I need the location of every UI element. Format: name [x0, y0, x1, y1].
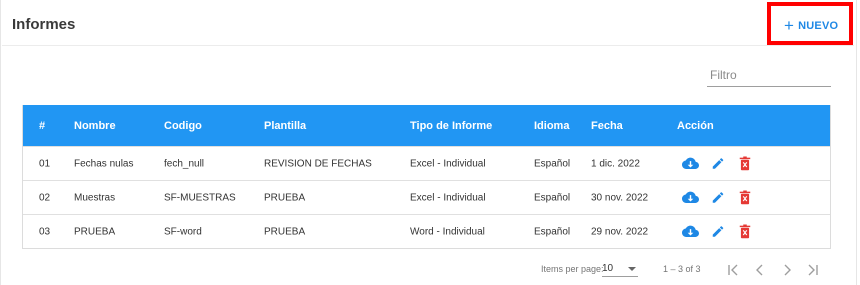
trash-delete-icon[interactable] [736, 189, 753, 206]
column-header-fecha: Fecha [591, 119, 623, 132]
cell-tipo: Excel - Individual [410, 192, 486, 203]
header-divider [2, 45, 854, 46]
cell-idioma: Español [534, 158, 571, 169]
plus-icon: + [784, 16, 795, 35]
cloud-download-icon[interactable] [682, 223, 699, 240]
cell-plantilla: PRUEBA [264, 226, 306, 237]
row-actions [682, 223, 753, 240]
cell-codigo: SF-MUESTRAS [164, 192, 236, 203]
cell-plantilla: PRUEBA [264, 192, 306, 203]
cell-fecha: 30 nov. 2022 [591, 192, 649, 203]
cell-number: 03 [39, 226, 51, 237]
first-page-icon[interactable] [724, 262, 742, 278]
reports-table: # Nombre Codigo Plantilla Tipo de Inform… [22, 105, 831, 249]
chevron-down-icon [628, 267, 636, 271]
column-header-tipo: Tipo de Informe [410, 119, 493, 132]
previous-page-icon[interactable] [751, 262, 769, 278]
cell-number: 01 [39, 158, 51, 169]
trash-delete-icon[interactable] [736, 155, 753, 172]
row-actions [682, 155, 753, 172]
cell-number: 02 [39, 192, 51, 203]
new-report-button[interactable]: + NUEVO [784, 17, 838, 35]
cell-tipo: Word - Individual [410, 226, 485, 237]
last-page-icon[interactable] [804, 262, 822, 278]
pencil-edit-icon[interactable] [709, 223, 726, 240]
cloud-download-icon[interactable] [682, 155, 699, 172]
column-header-codigo: Codigo [164, 119, 202, 132]
cell-nombre: Muestras [74, 192, 116, 203]
cell-idioma: Español [534, 192, 571, 203]
cell-nombre: PRUEBA [74, 226, 116, 237]
page-title: Informes [12, 16, 76, 33]
new-report-label: NUEVO [798, 20, 839, 32]
cloud-download-icon[interactable] [682, 189, 699, 206]
cell-codigo: fech_null [164, 158, 205, 169]
page-size-value: 10 [602, 263, 614, 274]
cell-fecha: 29 nov. 2022 [591, 226, 649, 237]
cell-plantilla: REVISION DE FECHAS [264, 158, 372, 169]
table-row: 03 PRUEBA SF-word PRUEBA Word - Individu… [23, 214, 830, 248]
trash-delete-icon[interactable] [736, 223, 753, 240]
page-range-label: 1 – 3 of 3 [663, 264, 701, 274]
filter-input[interactable] [707, 65, 831, 85]
cell-fecha: 1 dic. 2022 [591, 158, 640, 169]
cell-codigo: SF-word [164, 226, 202, 237]
row-actions [682, 189, 753, 206]
column-header-accion: Acción [677, 119, 714, 132]
column-header-idioma: Idioma [534, 119, 570, 132]
cell-idioma: Español [534, 226, 571, 237]
cell-tipo: Excel - Individual [410, 158, 486, 169]
next-page-icon[interactable] [778, 262, 796, 278]
column-header-number: # [39, 119, 46, 132]
pencil-edit-icon[interactable] [709, 155, 726, 172]
paginator: Items per page: 10 1 – 3 of 3 [0, 262, 857, 278]
page-size-select[interactable]: 10 [602, 262, 638, 277]
table-row: 02 Muestras SF-MUESTRAS PRUEBA Excel - I… [23, 180, 830, 214]
items-per-page-label: Items per page: [541, 264, 604, 274]
pencil-edit-icon[interactable] [709, 189, 726, 206]
column-header-plantilla: Plantilla [264, 119, 307, 132]
table-row: 01 Fechas nulas fech_null REVISION DE FE… [23, 146, 830, 180]
table-header-row: # Nombre Codigo Plantilla Tipo de Inform… [23, 105, 830, 146]
filter-field[interactable] [707, 65, 831, 87]
cell-nombre: Fechas nulas [74, 158, 134, 169]
column-header-nombre: Nombre [74, 119, 116, 132]
